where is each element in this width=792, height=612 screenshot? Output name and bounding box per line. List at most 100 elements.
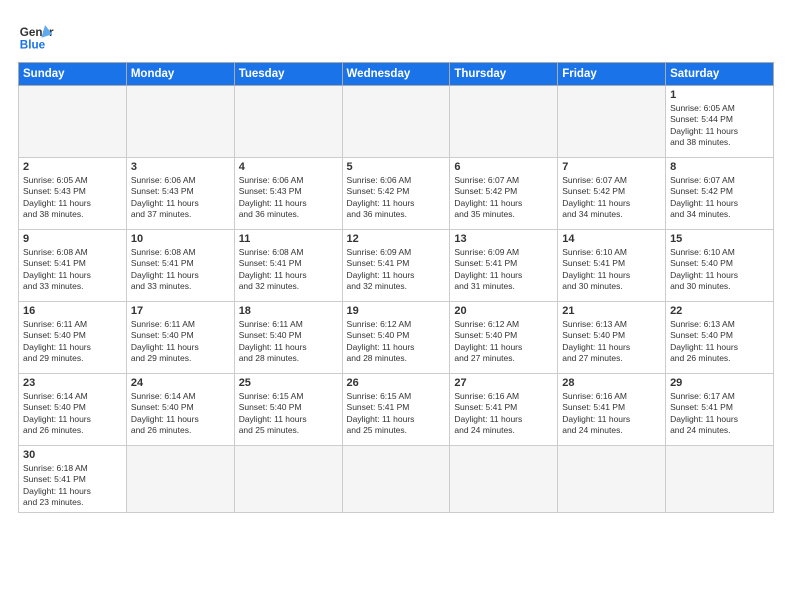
day-number: 19: [347, 305, 446, 317]
day-cell: 6 Sunrise: 6:07 AM Sunset: 5:42 PM Daylig…: [450, 158, 558, 230]
day-cell: 18 Sunrise: 6:11 AM Sunset: 5:40 PM Dayli…: [234, 302, 342, 374]
day-cell: 26 Sunrise: 6:15 AM Sunset: 5:41 PM Dayli…: [342, 374, 450, 446]
day-cell: [342, 86, 450, 158]
weekday-tuesday: Tuesday: [234, 63, 342, 86]
day-info: Sunrise: 6:12 AM Sunset: 5:40 PM Dayligh…: [454, 319, 553, 365]
day-cell: 15 Sunrise: 6:10 AM Sunset: 5:40 PM Dayli…: [666, 230, 774, 302]
day-cell: 10Sunrise: 6:08 AM Sunset: 5:41 PM Dayli…: [126, 230, 234, 302]
day-cell: 24 Sunrise: 6:14 AM Sunset: 5:40 PM Dayli…: [126, 374, 234, 446]
day-info: Sunrise: 6:11 AM Sunset: 5:40 PM Dayligh…: [23, 319, 122, 365]
day-info: Sunrise: 6:15 AM Sunset: 5:40 PM Dayligh…: [239, 391, 338, 437]
day-cell: [558, 446, 666, 513]
logo: General Blue: [18, 18, 54, 54]
day-number: 27: [454, 377, 553, 389]
day-info: Sunrise: 6:12 AM Sunset: 5:40 PM Dayligh…: [347, 319, 446, 365]
day-number: 5: [347, 161, 446, 173]
day-cell: 28 Sunrise: 6:16 AM Sunset: 5:41 PM Dayli…: [558, 374, 666, 446]
weekday-thursday: Thursday: [450, 63, 558, 86]
day-number: 9: [23, 233, 122, 245]
day-cell: 13 Sunrise: 6:09 AM Sunset: 5:41 PM Dayli…: [450, 230, 558, 302]
header: General Blue: [18, 18, 774, 54]
day-number: 14: [562, 233, 661, 245]
logo-icon: General Blue: [18, 18, 54, 54]
day-info: Sunrise: 6:14 AM Sunset: 5:40 PM Dayligh…: [23, 391, 122, 437]
day-info: Sunrise: 6:05 AM Sunset: 5:44 PM Dayligh…: [670, 103, 769, 149]
week-row-1: 1Sunrise: 6:05 AM Sunset: 5:44 PM Daylig…: [19, 86, 774, 158]
page: General Blue SundayMondayTuesdayWednesda…: [0, 0, 792, 523]
day-info: Sunrise: 6:11 AM Sunset: 5:40 PM Dayligh…: [131, 319, 230, 365]
day-info: Sunrise: 6:10 AM Sunset: 5:40 PM Dayligh…: [670, 247, 769, 293]
day-number: 30: [23, 449, 122, 461]
day-number: 29: [670, 377, 769, 389]
day-info: Sunrise: 6:06 AM Sunset: 5:43 PM Dayligh…: [239, 175, 338, 221]
day-cell: 7 Sunrise: 6:07 AM Sunset: 5:42 PM Daylig…: [558, 158, 666, 230]
day-number: 22: [670, 305, 769, 317]
day-info: Sunrise: 6:13 AM Sunset: 5:40 PM Dayligh…: [562, 319, 661, 365]
day-number: 12: [347, 233, 446, 245]
day-info: Sunrise: 6:07 AM Sunset: 5:42 PM Dayligh…: [562, 175, 661, 221]
day-cell: 3Sunrise: 6:06 AM Sunset: 5:43 PM Daylig…: [126, 158, 234, 230]
day-cell: 5Sunrise: 6:06 AM Sunset: 5:42 PM Daylig…: [342, 158, 450, 230]
day-cell: 11Sunrise: 6:08 AM Sunset: 5:41 PM Dayli…: [234, 230, 342, 302]
weekday-monday: Monday: [126, 63, 234, 86]
day-number: 4: [239, 161, 338, 173]
day-number: 26: [347, 377, 446, 389]
day-cell: [234, 86, 342, 158]
day-number: 24: [131, 377, 230, 389]
day-info: Sunrise: 6:06 AM Sunset: 5:43 PM Dayligh…: [131, 175, 230, 221]
day-cell: [558, 86, 666, 158]
day-number: 25: [239, 377, 338, 389]
day-cell: 4 Sunrise: 6:06 AM Sunset: 5:43 PM Daylig…: [234, 158, 342, 230]
svg-text:Blue: Blue: [20, 39, 46, 52]
day-info: Sunrise: 6:08 AM Sunset: 5:41 PM Dayligh…: [23, 247, 122, 293]
day-info: Sunrise: 6:18 AM Sunset: 5:41 PM Dayligh…: [23, 463, 122, 509]
day-info: Sunrise: 6:07 AM Sunset: 5:42 PM Dayligh…: [454, 175, 553, 221]
day-number: 6: [454, 161, 553, 173]
day-cell: 19 Sunrise: 6:12 AM Sunset: 5:40 PM Dayli…: [342, 302, 450, 374]
weekday-friday: Friday: [558, 63, 666, 86]
day-info: Sunrise: 6:08 AM Sunset: 5:41 PM Dayligh…: [239, 247, 338, 293]
day-number: 10: [131, 233, 230, 245]
day-number: 2: [23, 161, 122, 173]
week-row-5: 23 Sunrise: 6:14 AM Sunset: 5:40 PM Dayli…: [19, 374, 774, 446]
day-number: 17: [131, 305, 230, 317]
day-info: Sunrise: 6:11 AM Sunset: 5:40 PM Dayligh…: [239, 319, 338, 365]
day-number: 18: [239, 305, 338, 317]
day-number: 16: [23, 305, 122, 317]
day-cell: 1Sunrise: 6:05 AM Sunset: 5:44 PM Daylig…: [666, 86, 774, 158]
day-cell: 9 Sunrise: 6:08 AM Sunset: 5:41 PM Daylig…: [19, 230, 127, 302]
day-cell: 30 Sunrise: 6:18 AM Sunset: 5:41 PM Dayli…: [19, 446, 127, 513]
day-cell: 22 Sunrise: 6:13 AM Sunset: 5:40 PM Dayli…: [666, 302, 774, 374]
day-number: 15: [670, 233, 769, 245]
day-info: Sunrise: 6:05 AM Sunset: 5:43 PM Dayligh…: [23, 175, 122, 221]
weekday-saturday: Saturday: [666, 63, 774, 86]
day-number: 21: [562, 305, 661, 317]
day-cell: 21 Sunrise: 6:13 AM Sunset: 5:40 PM Dayli…: [558, 302, 666, 374]
day-cell: [666, 446, 774, 513]
week-row-4: 16 Sunrise: 6:11 AM Sunset: 5:40 PM Dayli…: [19, 302, 774, 374]
day-cell: [450, 446, 558, 513]
day-cell: [450, 86, 558, 158]
day-info: Sunrise: 6:13 AM Sunset: 5:40 PM Dayligh…: [670, 319, 769, 365]
day-number: 23: [23, 377, 122, 389]
day-cell: 8Sunrise: 6:07 AM Sunset: 5:42 PM Daylig…: [666, 158, 774, 230]
day-cell: [19, 86, 127, 158]
day-cell: [126, 86, 234, 158]
day-info: Sunrise: 6:09 AM Sunset: 5:41 PM Dayligh…: [347, 247, 446, 293]
day-cell: 27Sunrise: 6:16 AM Sunset: 5:41 PM Dayli…: [450, 374, 558, 446]
day-info: Sunrise: 6:16 AM Sunset: 5:41 PM Dayligh…: [562, 391, 661, 437]
day-number: 28: [562, 377, 661, 389]
day-info: Sunrise: 6:14 AM Sunset: 5:40 PM Dayligh…: [131, 391, 230, 437]
day-number: 13: [454, 233, 553, 245]
day-number: 8: [670, 161, 769, 173]
calendar-table: SundayMondayTuesdayWednesdayThursdayFrid…: [18, 62, 774, 513]
day-number: 7: [562, 161, 661, 173]
week-row-2: 2 Sunrise: 6:05 AM Sunset: 5:43 PM Daylig…: [19, 158, 774, 230]
day-cell: 16 Sunrise: 6:11 AM Sunset: 5:40 PM Dayli…: [19, 302, 127, 374]
day-info: Sunrise: 6:15 AM Sunset: 5:41 PM Dayligh…: [347, 391, 446, 437]
day-info: Sunrise: 6:09 AM Sunset: 5:41 PM Dayligh…: [454, 247, 553, 293]
weekday-wednesday: Wednesday: [342, 63, 450, 86]
day-number: 20: [454, 305, 553, 317]
weekday-sunday: Sunday: [19, 63, 127, 86]
day-cell: 2 Sunrise: 6:05 AM Sunset: 5:43 PM Daylig…: [19, 158, 127, 230]
